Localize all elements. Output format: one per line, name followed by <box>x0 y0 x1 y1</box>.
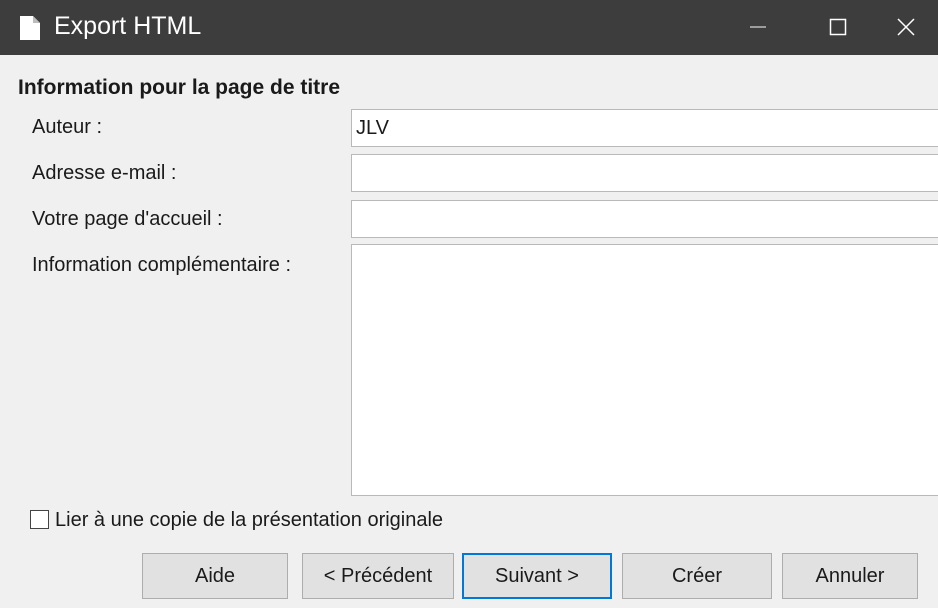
window-title: Export HTML <box>54 12 202 40</box>
maximize-button[interactable] <box>806 0 870 55</box>
email-field[interactable] <box>351 154 938 192</box>
link-original-checkbox[interactable] <box>30 510 49 529</box>
maximize-icon <box>829 18 847 36</box>
minimize-icon <box>750 26 766 28</box>
link-original-label: Lier à une copie de la présentation orig… <box>55 509 444 531</box>
previous-button[interactable]: < Précédent <box>302 553 454 599</box>
section-heading: Information pour la page de titre <box>18 76 341 99</box>
cancel-button[interactable]: Annuler <box>782 553 918 599</box>
email-label: Adresse e-mail : <box>32 162 177 184</box>
author-field[interactable] <box>351 109 938 147</box>
author-label: Auteur : <box>32 116 103 138</box>
document-icon <box>20 16 40 40</box>
additional-info-textarea[interactable] <box>351 244 938 496</box>
minimize-button[interactable] <box>726 0 790 55</box>
create-button[interactable]: Créer <box>622 553 772 599</box>
next-button[interactable]: Suivant > <box>462 553 612 599</box>
close-button[interactable] <box>874 0 938 55</box>
additional-info-label: Information complémentaire : <box>32 254 292 276</box>
title-bar[interactable]: Export HTML <box>0 0 938 55</box>
help-button[interactable]: Aide <box>142 553 288 599</box>
homepage-field[interactable] <box>351 200 938 238</box>
homepage-label: Votre page d'accueil : <box>32 208 223 230</box>
close-icon <box>897 18 915 36</box>
